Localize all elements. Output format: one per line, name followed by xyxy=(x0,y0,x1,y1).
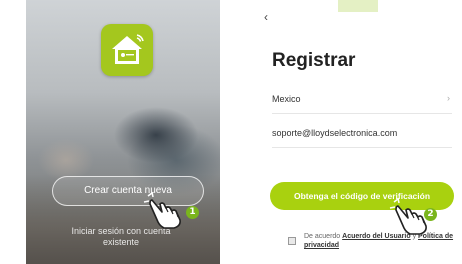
chevron-left-icon[interactable]: ‹ xyxy=(264,11,268,23)
country-value: Mexico xyxy=(272,94,301,104)
house-wifi-icon xyxy=(112,34,144,64)
terms-agreement: De acuerdo Acuerdo del Usuario y Polític… xyxy=(288,232,458,256)
email-field[interactable]: soporte@lloydselectronica.com xyxy=(272,120,452,148)
step-1-badge: 1 xyxy=(186,206,199,219)
step-2-badge: 2 xyxy=(424,208,437,221)
terms-text: De acuerdo Acuerdo del Usuario y Polític… xyxy=(304,232,456,250)
terms-prefix: De acuerdo xyxy=(304,233,341,240)
pointer-hand-icon xyxy=(143,191,181,229)
app-logo xyxy=(101,24,153,76)
chevron-right-icon: › xyxy=(447,93,450,103)
country-selector[interactable]: Mexico › xyxy=(272,86,452,114)
terms-checkbox[interactable] xyxy=(288,237,296,245)
welcome-screen: Crear cuenta nueva Iniciar sesión con cu… xyxy=(26,0,220,264)
page-title: Registrar xyxy=(272,50,356,71)
status-accent xyxy=(338,0,378,12)
email-value: soporte@lloydselectronica.com xyxy=(272,128,398,138)
